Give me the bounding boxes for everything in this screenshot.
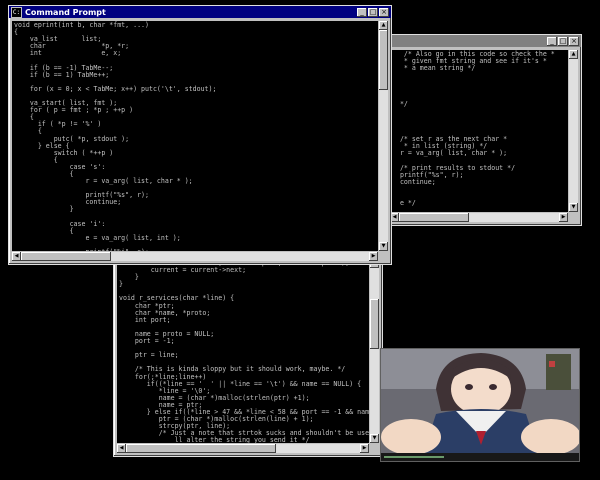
vertical-scroll-thumb[interactable] <box>379 30 388 90</box>
anime-video-frame <box>381 349 581 461</box>
back-vertical-scrollbar[interactable]: ▲ ▼ <box>569 50 578 212</box>
scroll-up-button[interactable]: ▲ <box>379 21 388 30</box>
maximize-button[interactable]: □ <box>558 36 568 46</box>
close-button[interactable]: × <box>379 7 389 17</box>
code-horizontal-scrollbar[interactable]: ◀ ▶ <box>117 444 369 453</box>
code-console-area[interactable]: current->name, current->port, current->p… <box>117 259 369 443</box>
code-console-window[interactable]: current->name, current->port, current->p… <box>113 255 383 457</box>
scroll-right-button[interactable]: ▶ <box>559 213 568 222</box>
vertical-scroll-thumb[interactable] <box>370 299 379 349</box>
scroll-down-button[interactable]: ▼ <box>569 203 578 212</box>
scroll-left-button[interactable]: ◀ <box>12 252 21 261</box>
command-prompt-titlebar[interactable]: C: Command Prompt _ □ × <box>9 6 391 18</box>
back-console-area[interactable]: /* Also go in this code so check the * *… <box>390 50 568 212</box>
scroll-up-button[interactable]: ▲ <box>569 50 578 59</box>
maximize-button[interactable]: □ <box>368 7 378 17</box>
code-console-text: current->name, current->port, current->p… <box>119 259 369 443</box>
window-title: Command Prompt <box>25 7 106 17</box>
scroll-left-button[interactable]: ◀ <box>117 444 126 453</box>
main-horizontal-scrollbar[interactable]: ◀ ▶ <box>12 252 378 261</box>
scroll-down-button[interactable]: ▼ <box>379 242 388 251</box>
scroll-right-button[interactable]: ▶ <box>360 444 369 453</box>
back-console-text: /* Also go in this code so check the * *… <box>399 50 555 207</box>
cmd-icon: C: <box>11 6 22 18</box>
back-window-titlebar[interactable]: _ □ × <box>387 35 581 47</box>
back-console-window[interactable]: _ □ × /* Also go in this code so check t… <box>386 34 582 226</box>
main-vertical-scrollbar[interactable]: ▲ ▼ <box>379 21 388 251</box>
scroll-right-button[interactable]: ▶ <box>369 252 378 261</box>
code-vertical-scrollbar[interactable]: ▲ ▼ <box>370 259 379 443</box>
eprint-source-text: void eprint(int b, char *fmt, ...) { va_… <box>14 21 217 251</box>
minimize-button[interactable]: _ <box>357 7 367 17</box>
minimize-button[interactable]: _ <box>547 36 557 46</box>
horizontal-scroll-thumb[interactable] <box>126 444 276 453</box>
command-prompt-window[interactable]: C: Command Prompt _ □ × void eprint(int … <box>8 5 392 265</box>
video-player-window[interactable] <box>380 348 581 462</box>
horizontal-scroll-thumb[interactable] <box>21 252 111 261</box>
scroll-down-button[interactable]: ▼ <box>370 434 379 443</box>
back-horizontal-scrollbar[interactable]: ◀ ▶ <box>390 213 568 222</box>
horizontal-scroll-thumb[interactable] <box>399 213 469 222</box>
close-button[interactable]: × <box>569 36 579 46</box>
command-prompt-console[interactable]: void eprint(int b, char *fmt, ...) { va_… <box>12 21 378 251</box>
